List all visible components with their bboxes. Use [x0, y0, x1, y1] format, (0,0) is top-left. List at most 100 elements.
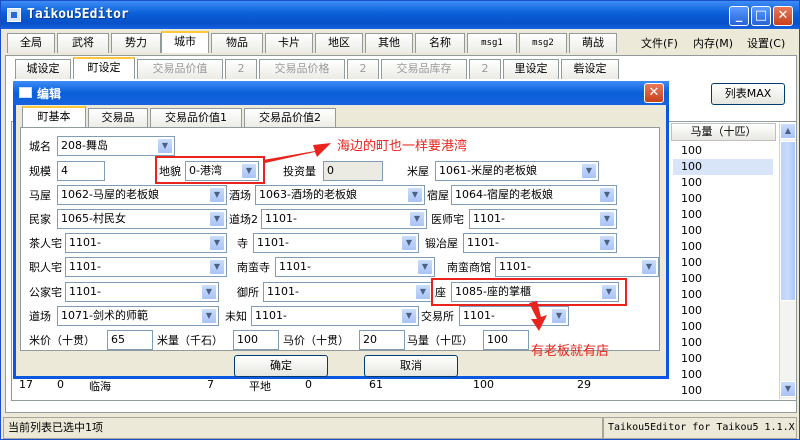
tab-forces[interactable]: 势力 — [111, 33, 161, 53]
scroll-up-icon[interactable]: ▲ — [780, 123, 796, 139]
subtab-village-settings[interactable]: 里设定 — [503, 59, 559, 79]
menu-memory[interactable]: 内存(M) — [693, 35, 733, 51]
rice-price-input[interactable]: 65 — [107, 330, 153, 350]
subtab-fort-settings[interactable]: 砦设定 — [561, 59, 619, 79]
tab-names[interactable]: 名称 — [415, 33, 465, 53]
chevron-down-icon[interactable]: ▼ — [201, 284, 217, 300]
table-cell-selected[interactable]: 100 — [673, 159, 773, 175]
tavern-select[interactable]: 1063-酒场的老板娘 ▼ — [255, 185, 425, 205]
chevron-down-icon[interactable]: ▼ — [209, 187, 225, 203]
tab-other[interactable]: 其他 — [365, 33, 413, 53]
city-name-select[interactable]: 208-舞岛 ▼ — [57, 136, 175, 156]
menu-settings[interactable]: 设置(C) — [747, 35, 785, 51]
table-cell[interactable]: 100 — [681, 223, 702, 239]
table-cell[interactable]: 100 — [681, 303, 702, 319]
dialog-title-bar[interactable]: 编辑 ✕ — [13, 81, 669, 105]
scale-input[interactable]: 4 — [57, 161, 105, 181]
tea-master-select[interactable]: 1101- ▼ — [65, 233, 227, 253]
chevron-down-icon[interactable]: ▼ — [581, 163, 597, 179]
ok-button[interactable]: 确定 — [234, 355, 328, 377]
artisan-select[interactable]: 1101- ▼ — [65, 257, 227, 277]
nanban-shop-select[interactable]: 1101- ▼ — [495, 257, 659, 277]
table-row-cell[interactable]: 17 — [19, 378, 33, 391]
table-row-cell[interactable]: 临海 — [89, 378, 111, 394]
imperial-select[interactable]: 1101- ▼ — [263, 282, 433, 302]
table-cell[interactable]: 100 — [681, 287, 702, 303]
table-row-cell[interactable]: 平地 — [249, 378, 271, 394]
dojo-select[interactable]: 1071-剑术的师範 ▼ — [57, 306, 219, 326]
chevron-down-icon[interactable]: ▼ — [407, 187, 423, 203]
tab-moe-battle[interactable]: 萌战 — [569, 33, 617, 53]
table-row-cell[interactable]: 100 — [473, 378, 494, 391]
chevron-down-icon[interactable]: ▼ — [201, 308, 217, 324]
table-cell[interactable]: 100 — [681, 335, 702, 351]
close-button[interactable]: ✕ — [773, 6, 793, 26]
nanban-temple-select[interactable]: 1101- ▼ — [275, 257, 435, 277]
chevron-down-icon[interactable]: ▼ — [401, 235, 417, 251]
subtab-castle-settings[interactable]: 城设定 — [15, 59, 71, 79]
horse-amount-input[interactable]: 100 — [483, 330, 529, 350]
unknown-select[interactable]: 1101- ▼ — [251, 306, 419, 326]
noble-select[interactable]: 1101- ▼ — [65, 282, 219, 302]
subtab-trade-value[interactable]: 交易品价值 — [137, 59, 223, 79]
exchange-select[interactable]: 1101- ▼ — [459, 306, 569, 326]
chevron-down-icon[interactable]: ▼ — [599, 211, 615, 227]
investment-input[interactable]: 0 — [323, 161, 383, 181]
table-scrollbar[interactable]: ▲ ▼ — [779, 123, 796, 399]
chevron-down-icon[interactable]: ▼ — [641, 259, 657, 275]
tab-msg2[interactable]: msg2 — [519, 33, 567, 53]
subtab-trade-stock-2[interactable]: 2 — [469, 59, 501, 79]
column-header-horse-amount[interactable]: 马量（十匹） — [671, 123, 776, 141]
subtab-trade-value-2[interactable]: 2 — [225, 59, 257, 79]
tab-msg1[interactable]: msg1 — [467, 33, 517, 53]
dialog-tab-trade-value-2[interactable]: 交易品价值2 — [244, 108, 336, 128]
chevron-down-icon[interactable]: ▼ — [209, 235, 225, 251]
inn-select[interactable]: 1064-宿屋的老板娘 ▼ — [451, 185, 617, 205]
table-row-cell[interactable]: 0 — [305, 378, 312, 391]
table-row-cell[interactable]: 61 — [369, 378, 383, 391]
rice-shop-select[interactable]: 1061-米屋的老板娘 ▼ — [435, 161, 599, 181]
chevron-down-icon[interactable]: ▼ — [157, 138, 173, 154]
menu-file[interactable]: 文件(F) — [641, 35, 678, 51]
dialog-tab-trade-value-1[interactable]: 交易品价值1 — [150, 108, 242, 128]
chevron-down-icon[interactable]: ▼ — [417, 259, 433, 275]
table-row-cell[interactable]: 29 — [577, 378, 591, 391]
chevron-down-icon[interactable]: ▼ — [409, 211, 425, 227]
table-row-cell[interactable]: 0 — [57, 378, 64, 391]
subtab-trade-price[interactable]: 交易品价格 — [259, 59, 345, 79]
chevron-down-icon[interactable]: ▼ — [415, 284, 431, 300]
table-cell[interactable]: 100 — [681, 351, 702, 367]
subtab-trade-stock[interactable]: 交易品库存 — [381, 59, 467, 79]
chevron-down-icon[interactable]: ▼ — [209, 259, 225, 275]
list-max-button[interactable]: 列表MAX — [711, 83, 785, 105]
horse-price-input[interactable]: 20 — [359, 330, 405, 350]
table-cell[interactable]: 100 — [681, 367, 702, 383]
title-bar[interactable]: Taikou5Editor _ □ ✕ — [1, 1, 799, 29]
table-cell[interactable]: 100 — [681, 255, 702, 271]
chevron-down-icon[interactable]: ▼ — [401, 308, 417, 324]
table-cell[interactable]: 100 — [681, 175, 702, 191]
tab-global[interactable]: 全局 — [7, 33, 55, 53]
tab-cities[interactable]: 城市 — [161, 31, 209, 53]
subtab-trade-price-2[interactable]: 2 — [347, 59, 379, 79]
tab-generals[interactable]: 武将 — [57, 33, 109, 53]
scroll-down-icon[interactable]: ▼ — [780, 381, 796, 397]
doctor-select[interactable]: 1101- ▼ — [469, 209, 617, 229]
residence-select[interactable]: 1065-村民女 ▼ — [57, 209, 227, 229]
cancel-button[interactable]: 取消 — [364, 355, 458, 377]
tab-cards[interactable]: 卡片 — [265, 33, 313, 53]
tab-items[interactable]: 物品 — [211, 33, 263, 53]
table-cell[interactable]: 100 — [681, 191, 702, 207]
dialog-close-button[interactable]: ✕ — [644, 83, 664, 103]
maximize-button[interactable]: □ — [751, 6, 771, 26]
tab-regions[interactable]: 地区 — [315, 33, 363, 53]
smith-select[interactable]: 1101- ▼ — [463, 233, 617, 253]
table-cell[interactable]: 100 — [681, 319, 702, 335]
table-cell[interactable]: 100 — [681, 239, 702, 255]
chevron-down-icon[interactable]: ▼ — [551, 308, 567, 324]
chevron-down-icon[interactable]: ▼ — [599, 187, 615, 203]
table-row-cell[interactable]: 7 — [207, 378, 214, 391]
table-cell[interactable]: 100 — [681, 271, 702, 287]
dojo2-select[interactable]: 1101- ▼ — [261, 209, 427, 229]
table-cell[interactable]: 100 — [681, 383, 702, 399]
